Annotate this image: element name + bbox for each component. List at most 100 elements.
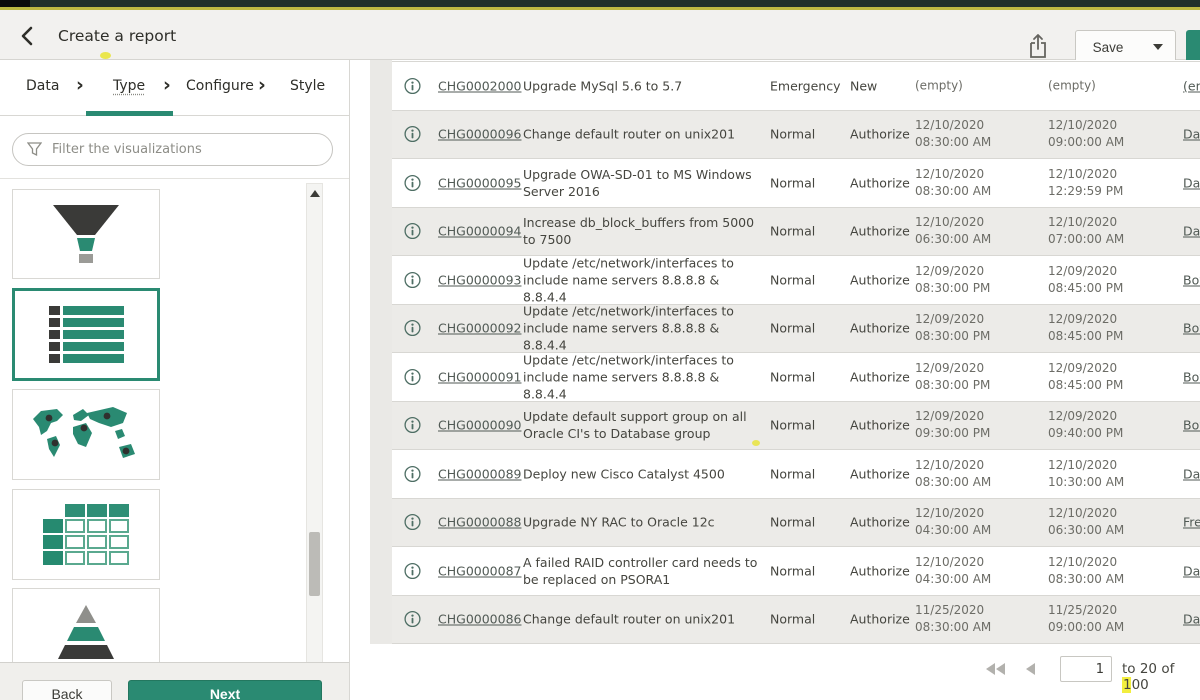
chevron-right-icon: › [258, 74, 266, 96]
change-number-link[interactable]: CHG0000088 [438, 515, 521, 530]
info-icon[interactable] [404, 562, 421, 579]
planned-end-cell: 12/10/2020 08:30:00 AM [1048, 554, 1174, 588]
info-icon[interactable] [404, 126, 421, 143]
short-description: Upgrade MySql 5.6 to 5.7 [523, 77, 765, 94]
priority-cell: Normal [770, 418, 842, 433]
state-cell: Authorize [850, 466, 912, 481]
state-cell: Authorize [850, 369, 912, 384]
change-number-link[interactable]: CHG0000087 [438, 563, 521, 578]
change-number-link[interactable]: CHG0000089 [438, 466, 521, 481]
short-description: Change default router on unix201 [523, 611, 765, 628]
assigned-to-link[interactable]: Bow [1183, 272, 1200, 287]
previous-page-icon[interactable] [1026, 660, 1035, 679]
viz-scrollbar[interactable] [306, 183, 323, 700]
step-type[interactable]: Type [113, 78, 145, 94]
change-number-link[interactable]: CHG0000086 [438, 612, 521, 627]
state-cell: Authorize [850, 175, 912, 190]
viz-card-list[interactable] [12, 288, 160, 381]
info-icon[interactable] [404, 320, 421, 337]
share-icon[interactable] [1026, 32, 1050, 60]
assigned-to-link[interactable]: Dav [1183, 466, 1200, 481]
planned-start-cell: 12/09/2020 08:30:00 PM [915, 311, 1041, 345]
assigned-to-link[interactable]: Dav [1183, 612, 1200, 627]
change-number-link[interactable]: CHG0000090 [438, 418, 521, 433]
assigned-to-link[interactable]: Dav [1183, 127, 1200, 142]
step-data[interactable]: Data [26, 78, 59, 94]
assigned-to-link[interactable]: Bow [1183, 418, 1200, 433]
back-chevron-icon[interactable] [16, 24, 40, 48]
change-number-link[interactable]: CHG0000091 [438, 369, 521, 384]
browser-top-strip [0, 0, 1200, 10]
highlight-dot [752, 440, 760, 446]
change-number-link[interactable]: CHG0000094 [438, 224, 521, 239]
assigned-to-link[interactable]: Dav [1183, 175, 1200, 190]
short-description: Upgrade OWA-SD-01 to MS Windows Server 2… [523, 166, 765, 200]
back-button[interactable]: Back [22, 680, 112, 700]
table-row: CHG0000087 A failed RAID controller card… [392, 547, 1200, 596]
viz-card-funnel[interactable] [12, 189, 160, 279]
table-row: CHG0000093 Update /etc/network/interface… [392, 256, 1200, 305]
planned-end-cell: (empty) [1048, 77, 1174, 94]
save-button[interactable]: Save [1075, 30, 1141, 64]
info-icon[interactable] [404, 417, 421, 434]
info-icon[interactable] [404, 465, 421, 482]
row-range-text: to 20 of 100 [1122, 661, 1200, 693]
edge-accent-button[interactable] [1186, 30, 1200, 64]
active-step-underline [86, 111, 173, 116]
chevron-right-icon: › [76, 74, 84, 96]
step-configure[interactable]: Configure [186, 78, 254, 94]
state-cell: Authorize [850, 563, 912, 578]
next-button[interactable]: Next [128, 680, 322, 700]
page-title: Create a report [58, 27, 176, 45]
change-number-link[interactable]: CHG0000095 [438, 175, 521, 190]
planned-start-cell: 11/25/2020 08:30:00 AM [915, 602, 1041, 636]
pagination-bar: to 20 of 100 [350, 648, 1200, 692]
planned-end-cell: 12/09/2020 08:45:00 PM [1048, 263, 1174, 297]
assigned-to-link[interactable]: Bow [1183, 321, 1200, 336]
save-dropdown-button[interactable] [1140, 30, 1176, 64]
scroll-up-icon[interactable] [310, 190, 320, 197]
priority-cell: Normal [770, 321, 842, 336]
info-icon[interactable] [404, 514, 421, 531]
change-number-link[interactable]: CHG0002000 [438, 78, 521, 93]
info-icon[interactable] [404, 223, 421, 240]
planned-end-cell: 12/09/2020 09:40:00 PM [1048, 408, 1174, 442]
assigned-to-link[interactable]: (empty) [1183, 78, 1200, 93]
total-count: 100 [1122, 677, 1149, 693]
priority-cell: Normal [770, 563, 842, 578]
scrollbar-thumb[interactable] [309, 532, 320, 596]
change-number-link[interactable]: CHG0000096 [438, 127, 521, 142]
planned-end-cell: 11/25/2020 09:00:00 AM [1048, 602, 1174, 636]
filter-input[interactable] [52, 142, 302, 157]
viz-card-map[interactable] [12, 389, 160, 480]
planned-start-cell: 12/10/2020 06:30:00 AM [915, 214, 1041, 248]
info-icon[interactable] [404, 174, 421, 191]
priority-cell: Normal [770, 369, 842, 384]
funnel-chart-icon [51, 203, 121, 265]
assigned-to-link[interactable]: Dav [1183, 563, 1200, 578]
step-style[interactable]: Style [290, 78, 325, 94]
wizard-footer: Back Next [0, 662, 349, 700]
planned-start-cell: 12/09/2020 08:30:00 PM [915, 360, 1041, 394]
list-icon [49, 306, 124, 363]
assigned-to-link[interactable]: Dav [1183, 224, 1200, 239]
assigned-to-link[interactable]: Bow [1183, 369, 1200, 384]
viz-card-heatmap[interactable] [12, 489, 160, 580]
change-number-link[interactable]: CHG0000093 [438, 272, 521, 287]
info-icon[interactable] [404, 611, 421, 628]
info-icon[interactable] [404, 77, 421, 94]
visualization-list [0, 178, 349, 700]
wizard-breadcrumb: Data › Type › Configure › Style [0, 60, 349, 116]
page-number-input[interactable] [1060, 656, 1112, 682]
planned-start-cell: 12/10/2020 08:30:00 AM [915, 166, 1041, 200]
assigned-to-link[interactable]: Fred [1183, 515, 1200, 530]
planned-start-cell: 12/09/2020 08:30:00 PM [915, 263, 1041, 297]
info-icon[interactable] [404, 368, 421, 385]
funnel-filter-icon [27, 142, 42, 157]
priority-cell: Normal [770, 515, 842, 530]
info-icon[interactable] [404, 271, 421, 288]
change-number-link[interactable]: CHG0000092 [438, 321, 521, 336]
table-row: CHG0000095 Upgrade OWA-SD-01 to MS Windo… [392, 159, 1200, 208]
planned-start-cell: 12/09/2020 09:30:00 PM [915, 408, 1041, 442]
first-page-icon[interactable] [986, 660, 1005, 679]
